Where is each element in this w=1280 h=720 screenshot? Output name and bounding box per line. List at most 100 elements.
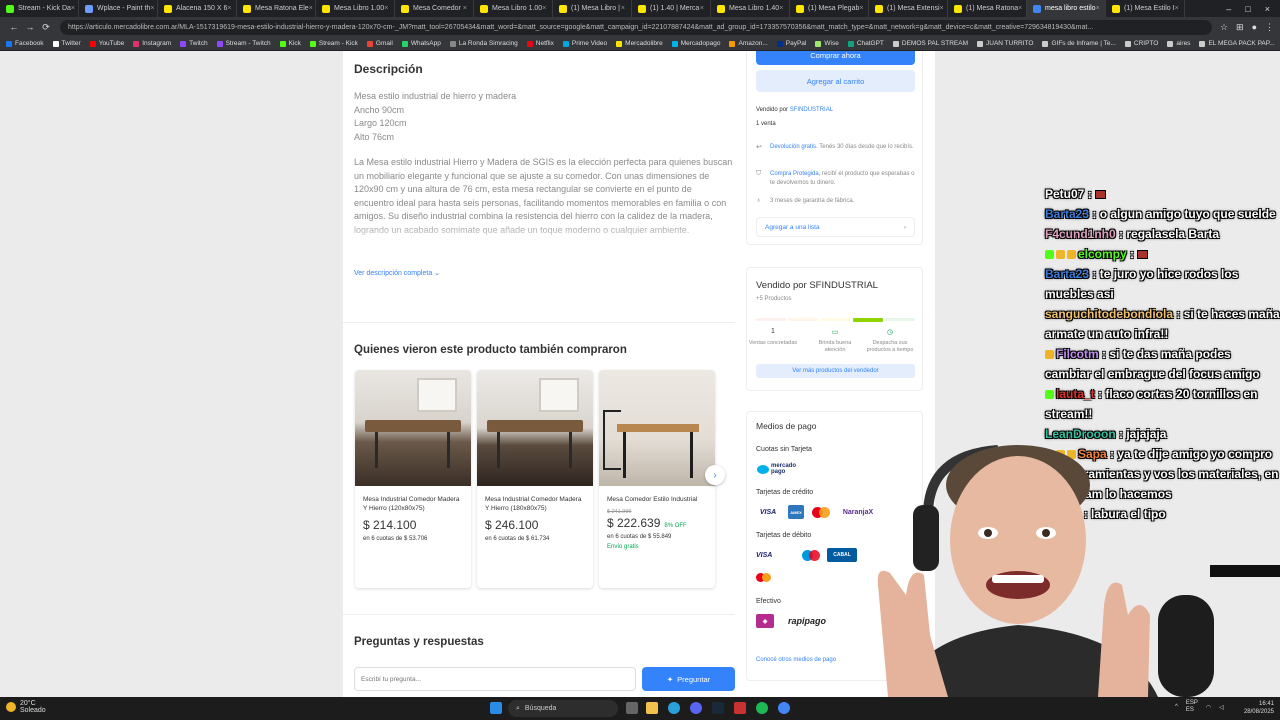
bookmark-item[interactable]: YouTube <box>89 40 124 47</box>
chat-username[interactable]: elcompy <box>1078 247 1127 261</box>
close-tab-icon[interactable]: × <box>1175 5 1179 12</box>
close-tab-icon[interactable]: × <box>940 5 944 12</box>
browser-tab[interactable]: mesa libro estilo × <box>1027 0 1106 17</box>
clock[interactable]: 16:41 28/08/2025 <box>1236 700 1274 716</box>
browser-tab[interactable]: Mesa Ratona Ele × <box>237 0 316 17</box>
weather-widget[interactable]: 20°C Soleado <box>6 700 46 714</box>
minimize-icon[interactable]: – <box>1226 4 1231 14</box>
discord-icon[interactable] <box>690 702 702 714</box>
add-to-list-button[interactable]: Agregar a una lista › <box>756 217 915 237</box>
chat-username[interactable]: Petu07 <box>1045 187 1084 201</box>
chat-username[interactable]: F4cund1nh0 <box>1045 227 1116 241</box>
bookmark-item[interactable]: Twitter <box>52 40 81 47</box>
bookmark-item[interactable]: Mercadopago <box>671 40 720 47</box>
tray-chevron-icon[interactable]: ^ <box>1175 704 1178 710</box>
taskbar-search[interactable]: ⌕ Búsqueda <box>508 700 618 717</box>
browser-tab[interactable]: Mesa Comedor × <box>395 0 474 17</box>
language-indicator[interactable]: ESP ES <box>1186 700 1198 714</box>
view-full-description-link[interactable]: Ver descripción completa ⌄ <box>354 269 440 277</box>
protected-purchase-link[interactable]: Compra Protegida, <box>770 171 820 177</box>
spotify-icon[interactable] <box>756 702 768 714</box>
bookmark-item[interactable]: DEMOS PAL STREAM <box>892 40 968 47</box>
browser-tab[interactable]: Wplace - Paint th × <box>79 0 158 17</box>
bookmark-item[interactable]: Kick <box>279 40 301 47</box>
close-tab-icon[interactable]: × <box>1096 5 1100 12</box>
browser-tab[interactable]: Mesa Libro 1.00 × <box>316 0 395 17</box>
bookmark-item[interactable]: Facebook <box>6 40 44 47</box>
close-tab-icon[interactable]: × <box>227 5 231 12</box>
buy-now-button[interactable]: Comprar ahora <box>756 51 915 65</box>
bookmark-item[interactable]: GIFs de Inframe | Te... <box>1042 40 1116 47</box>
close-tab-icon[interactable]: × <box>309 5 313 12</box>
close-tab-icon[interactable]: × <box>700 5 704 12</box>
close-tab-icon[interactable]: × <box>384 5 388 12</box>
seller-link[interactable]: SFINDUSTRIAL <box>790 107 833 113</box>
browser-tab[interactable]: Mesa Libro 1.40 × <box>711 0 790 17</box>
close-tab-icon[interactable]: × <box>779 5 783 12</box>
product-card[interactable]: Mesa Comedor Estilo Industrial $ 241.999… <box>599 370 715 588</box>
chat-username[interactable]: Barta23 <box>1045 207 1089 221</box>
bookmark-item[interactable]: Gmail <box>366 40 393 47</box>
browser-tab[interactable]: (1) Mesa Libro | × <box>553 0 632 17</box>
app-icon[interactable] <box>734 702 746 714</box>
other-payment-methods-link[interactable]: Conocé otros medios de pago <box>756 657 836 663</box>
more-seller-products-button[interactable]: Ver más productos del vendedor <box>756 364 915 378</box>
close-tab-icon[interactable]: × <box>463 5 467 12</box>
menu-icon[interactable]: ⋮ <box>1265 22 1274 33</box>
bookmark-item[interactable]: Prime Video <box>562 40 607 47</box>
chat-username[interactable]: lauta_t <box>1056 387 1095 401</box>
bookmark-item[interactable]: aires <box>1167 40 1190 47</box>
browser-tab[interactable]: Mesa Libro 1.00 × <box>474 0 553 17</box>
forward-icon[interactable]: → <box>22 22 38 32</box>
profile-icon[interactable]: ● <box>1252 22 1257 33</box>
bookmark-item[interactable]: JUAN TURRITO <box>977 40 1033 47</box>
bookmark-item[interactable]: Mercadolibre <box>616 40 663 47</box>
bookmark-item[interactable]: WhatsApp <box>401 40 441 47</box>
url-field[interactable]: https://articulo.mercadolibre.com.ar/MLA… <box>60 19 1212 35</box>
browser-tab[interactable]: (1) 1.40 | Merca × <box>632 0 711 17</box>
close-tab-icon[interactable]: × <box>542 5 546 12</box>
question-input[interactable] <box>354 667 636 691</box>
close-tab-icon[interactable]: × <box>859 5 863 12</box>
bookmark-item[interactable]: La Ronda Simracing <box>449 40 518 47</box>
windows-start-icon[interactable] <box>490 702 502 714</box>
chat-username[interactable]: Filcotm <box>1056 347 1099 361</box>
bookmark-item[interactable]: PayPal <box>776 40 806 47</box>
bookmark-item[interactable]: ChatGPT <box>847 40 884 47</box>
task-view-icon[interactable] <box>626 702 638 714</box>
product-card[interactable]: Mesa Industrial Comedor Madera Y Hierro … <box>355 370 471 588</box>
bookmark-item[interactable]: Stream - Twitch <box>216 40 271 47</box>
ask-button[interactable]: ✦ Preguntar <box>642 667 735 691</box>
bookmark-item[interactable]: Instagram <box>133 40 171 47</box>
chat-username[interactable]: sanguchitodebondiola <box>1045 307 1173 321</box>
browser-tab[interactable]: (1) Mesa Ratona × <box>948 0 1027 17</box>
close-tab-icon[interactable]: × <box>1018 5 1022 12</box>
browser-tab[interactable]: (1) Mesa Extensi × <box>869 0 948 17</box>
browser-tab[interactable]: Stream - Kick Da × <box>0 0 79 17</box>
bookmark-item[interactable]: Wise <box>815 40 839 47</box>
chat-username[interactable]: LeanDrooon <box>1045 427 1116 441</box>
reload-icon[interactable]: ⟳ <box>38 22 54 33</box>
chat-username[interactable]: Barta23 <box>1045 267 1089 281</box>
browser-tab[interactable]: Alacena 150 X 6 × <box>158 0 237 17</box>
browser-tab[interactable]: (1) Mesa Estilo I × <box>1106 0 1185 17</box>
close-tab-icon[interactable]: × <box>621 5 625 12</box>
star-icon[interactable]: ☆ <box>1220 22 1228 33</box>
bookmark-item[interactable]: Amazon... <box>729 40 768 47</box>
back-icon[interactable]: ← <box>6 22 22 32</box>
volume-icon[interactable]: ◁ <box>1219 704 1224 711</box>
carousel-next-button[interactable]: › <box>705 465 725 485</box>
wifi-icon[interactable]: ◠ <box>1206 704 1211 711</box>
extensions-icon[interactable]: ⊞ <box>1236 22 1244 33</box>
edge-icon[interactable] <box>668 702 680 714</box>
steam-icon[interactable] <box>712 702 724 714</box>
bookmark-item[interactable]: EL MEGA PACK PAP... <box>1199 40 1275 47</box>
bookmark-item[interactable]: Stream - Kick <box>309 40 358 47</box>
add-to-cart-button[interactable]: Agregar al carrito <box>756 70 915 92</box>
bookmark-item[interactable]: Netflix <box>526 40 554 47</box>
chrome-icon[interactable] <box>778 702 790 714</box>
close-window-icon[interactable]: × <box>1265 4 1270 14</box>
close-tab-icon[interactable]: × <box>71 5 75 12</box>
free-return-link[interactable]: Devolución gratis. <box>770 144 818 150</box>
bookmark-item[interactable]: CRIPTO <box>1124 40 1158 47</box>
